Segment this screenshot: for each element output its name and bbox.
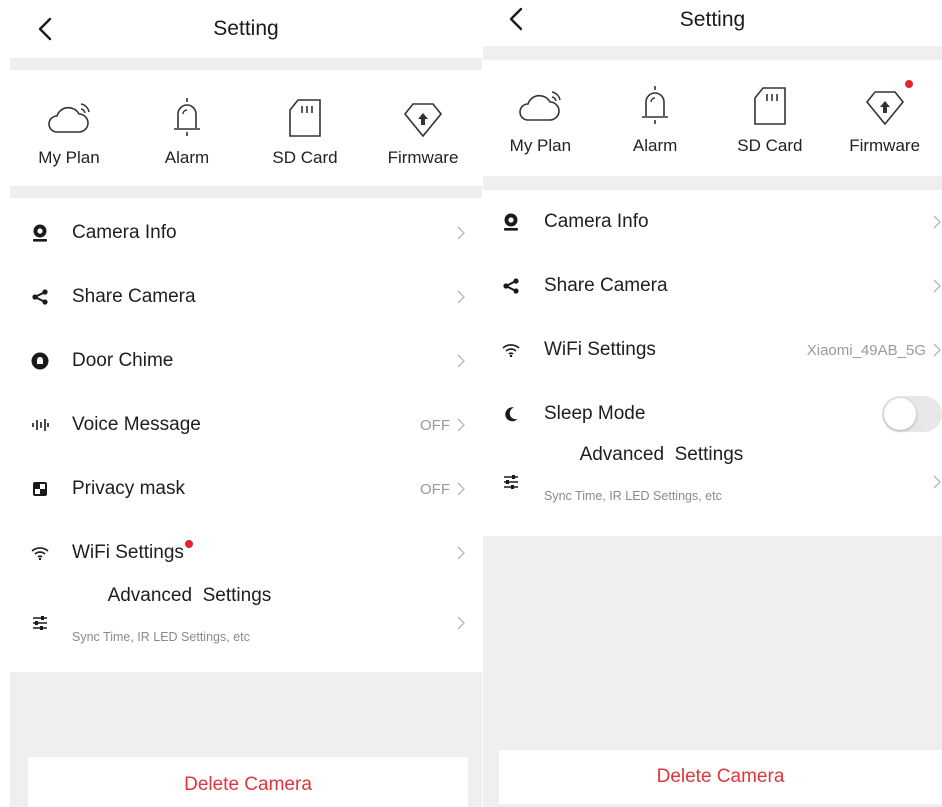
menu-value: Xiaomi_49AB_5G <box>806 341 926 359</box>
chevron-right-icon <box>932 278 942 294</box>
tile-label: Firmware <box>387 148 459 167</box>
moon-icon <box>499 402 523 426</box>
menu-label: Camera Info <box>72 222 177 243</box>
tile-label: My Plan <box>509 136 572 155</box>
tile-label: SD Card <box>272 148 338 167</box>
sd-card-icon <box>744 80 796 126</box>
divider <box>10 186 482 198</box>
chevron-right-icon <box>932 342 942 358</box>
menu-item-voice-message[interactable]: Voice Message OFF <box>10 393 482 457</box>
tile-alarm[interactable]: Alarm <box>598 80 713 176</box>
bell-icon <box>161 92 213 138</box>
sliders-icon <box>499 470 523 494</box>
menu-sublabel: Sync Time, IR LED Settings, etc <box>544 488 722 503</box>
firmware-icon <box>397 92 449 138</box>
camera-icon <box>28 221 52 245</box>
menu-item-share-camera[interactable]: Share Camera <box>483 254 942 318</box>
menu-label: Camera Info <box>544 211 649 232</box>
page-title: Setting <box>213 17 279 40</box>
menu-item-camera-info[interactable]: Camera Info <box>483 190 942 254</box>
tile-label: Alarm <box>632 136 678 155</box>
menu-item-door-chime[interactable]: Door Chime <box>10 329 482 393</box>
door-chime-icon <box>28 349 52 373</box>
tile-label: My Plan <box>38 148 100 167</box>
tile-my-plan[interactable]: My Plan <box>10 92 128 186</box>
chevron-right-icon <box>932 214 942 230</box>
menu-item-advanced-settings[interactable]: Advanced Settings Sync Time, IR LED Sett… <box>483 443 942 518</box>
share-icon <box>499 274 523 298</box>
header: Setting <box>10 0 482 58</box>
delete-camera-button[interactable]: Delete Camera <box>28 757 468 807</box>
chevron-right-icon <box>456 289 466 305</box>
notification-dot <box>904 80 913 88</box>
chevron-right-icon <box>456 481 466 497</box>
menu-label: Privacy mask <box>72 478 185 499</box>
privacy-mask-icon <box>28 477 52 501</box>
sd-card-icon <box>279 92 331 138</box>
settings-menu: Camera Info Share Camera Door Chime Voic… <box>10 198 482 661</box>
bell-icon <box>629 80 681 126</box>
tile-my-plan[interactable]: My Plan <box>483 80 598 176</box>
camera-icon <box>499 210 523 234</box>
chevron-right-icon <box>932 474 942 490</box>
menu-item-camera-info[interactable]: Camera Info <box>10 201 482 265</box>
menu-label: Voice Message <box>72 414 201 435</box>
tile-sd-card[interactable]: SD Card <box>713 80 828 176</box>
menu-item-privacy-mask[interactable]: Privacy mask OFF <box>10 457 482 521</box>
chevron-right-icon <box>456 615 466 631</box>
menu-label-text: WiFi Settings <box>72 542 184 563</box>
delete-camera-button[interactable]: Delete Camera <box>499 750 942 804</box>
chevron-right-icon <box>456 353 466 369</box>
divider <box>483 176 942 190</box>
chevron-right-icon <box>456 545 466 561</box>
menu-item-share-camera[interactable]: Share Camera <box>10 265 482 329</box>
tile-label: Firmware <box>849 136 921 155</box>
header: Setting <box>483 0 942 46</box>
menu-label: Share Camera <box>544 275 668 296</box>
chevron-right-icon <box>456 417 466 433</box>
menu-item-wifi-settings[interactable]: WiFi Settings Xiaomi_49AB_5G <box>483 318 942 382</box>
share-icon <box>28 285 52 309</box>
tile-firmware[interactable]: Firmware <box>827 80 942 176</box>
menu-label: Sleep Mode <box>544 403 646 424</box>
settings-menu: Camera Info Share Camera WiFi Settings X… <box>483 190 942 518</box>
tile-alarm[interactable]: Alarm <box>128 92 246 186</box>
quick-tiles: My Plan Alarm SD Card Firmware <box>483 60 942 176</box>
menu-label: WiFi Settings <box>544 339 656 360</box>
menu-sublabel: Sync Time, IR LED Settings, etc <box>72 629 250 644</box>
menu-label: Share Camera <box>72 286 196 307</box>
wifi-icon <box>28 541 52 565</box>
tile-label: SD Card <box>737 136 803 155</box>
tile-sd-card[interactable]: SD Card <box>246 92 364 186</box>
menu-value: OFF <box>420 416 450 434</box>
quick-tiles: My Plan Alarm SD Card Firmware <box>10 70 482 186</box>
right-settings-screen: Setting My Plan Alarm SD Card Firmware C… <box>483 0 942 807</box>
page-title: Setting <box>679 8 746 31</box>
firmware-icon <box>859 80 913 126</box>
menu-label: Advanced Settings <box>107 584 272 606</box>
wifi-icon <box>499 338 523 362</box>
cloud-icon <box>43 92 95 138</box>
divider <box>483 46 942 60</box>
voice-wave-icon <box>28 413 52 437</box>
menu-item-advanced-settings[interactable]: Advanced Settings Sync Time, IR LED Sett… <box>10 585 482 661</box>
sliders-icon <box>28 611 52 635</box>
chevron-right-icon <box>456 225 466 241</box>
menu-value: OFF <box>420 480 450 498</box>
divider <box>10 58 482 70</box>
left-settings-screen: Setting My Plan Alarm SD Card Firmware C… <box>10 0 482 807</box>
menu-label: Door Chime <box>72 350 174 371</box>
tile-firmware[interactable]: Firmware <box>364 92 482 186</box>
menu-label: WiFi Settings <box>72 540 193 564</box>
cloud-icon <box>514 80 566 126</box>
notification-dot <box>184 540 193 548</box>
tile-label: Alarm <box>164 148 210 167</box>
menu-label: Advanced Settings <box>579 443 744 465</box>
